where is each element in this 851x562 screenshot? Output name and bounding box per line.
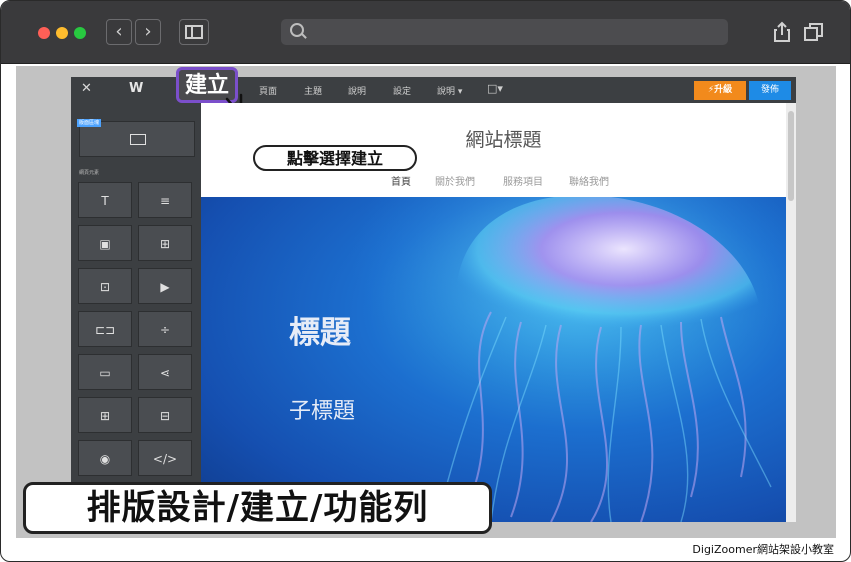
title-element-tile[interactable]: T — [78, 182, 132, 218]
preview-scrollbar[interactable] — [786, 103, 796, 522]
minimize-window-button[interactable] — [56, 27, 68, 39]
hero-subtitle[interactable]: 子標題 — [289, 393, 355, 425]
instruction-callout: 點擊選擇建立 — [253, 145, 417, 171]
section-caption: 排版設計/建立/功能列 — [23, 482, 492, 534]
gallery-element-tile[interactable]: ⊞ — [138, 225, 192, 261]
site-nav-about[interactable]: 關於我們 — [435, 173, 475, 188]
sidebar-toggle-button[interactable] — [179, 19, 209, 45]
menu-help-dropdown[interactable]: 說明 ▾ — [437, 84, 462, 97]
hero-title[interactable]: 標題 — [289, 307, 351, 352]
zoom-window-button[interactable] — [74, 27, 86, 39]
tabs-icon — [804, 23, 823, 41]
hero-banner[interactable]: 標題 子標題 — [201, 197, 786, 522]
video-element-tile[interactable]: ▶ — [138, 268, 192, 304]
jellyfish-image — [351, 197, 786, 522]
scrollbar-thumb[interactable] — [788, 111, 794, 201]
social-element-tile[interactable]: ⋖ — [138, 354, 192, 390]
weebly-logo: W — [129, 81, 143, 96]
menu-help-1[interactable]: 說明 — [348, 84, 366, 97]
tabs-overview-button[interactable] — [801, 19, 827, 45]
panel-tag: 版面區塊 — [77, 119, 102, 127]
image-element-tile[interactable]: ▣ — [78, 225, 132, 261]
button-element-tile[interactable]: ▭ — [78, 354, 132, 390]
embed-code-element-tile[interactable]: </> — [138, 440, 192, 476]
elements-panel: 版面區塊 網頁元素 T ≡ ▣ ⊞ ⊡ ▶ ⊏⊐ ÷ ▭ ⋖ ⊞ ⊟ ◉ </> — [71, 103, 201, 503]
address-bar[interactable] — [281, 19, 728, 45]
panel-section-label: 網頁元素 — [79, 170, 100, 176]
divider-element-tile[interactable]: ÷ — [138, 311, 192, 347]
columns-element-tile[interactable]: ⊞ — [78, 397, 132, 433]
text-element-tile[interactable]: ≡ — [138, 182, 192, 218]
search-icon — [290, 23, 304, 37]
share-button[interactable] — [769, 19, 795, 45]
device-preview-dropdown[interactable]: □▾ — [487, 82, 503, 95]
site-nav-contact[interactable]: 聯絡我們 — [569, 173, 609, 188]
rectangle-icon — [130, 134, 146, 145]
credit-text: DigiZoomer網站架設小教室 — [692, 543, 834, 556]
site-nav-home[interactable]: 首頁 — [391, 173, 411, 188]
menu-theme[interactable]: 主題 — [304, 84, 322, 97]
share-icon — [774, 21, 790, 42]
map-element-tile[interactable]: ◉ — [78, 440, 132, 476]
close-window-button[interactable] — [38, 27, 50, 39]
screenshot-frame: ‹ › ✕ W 頁面 主題 說明 設定 說明 ▾ □▾ ⚡升級 發佈 建立 版面… — [0, 0, 851, 562]
close-editor-icon[interactable]: ✕ — [81, 81, 92, 96]
menu-settings[interactable]: 設定 — [393, 84, 411, 97]
publish-button[interactable]: 發佈 — [749, 81, 791, 100]
spacer-element-tile[interactable]: ⊏⊐ — [78, 311, 132, 347]
upgrade-button[interactable]: ⚡升級 — [694, 81, 746, 100]
slideshow-element-tile[interactable]: ⊡ — [78, 268, 132, 304]
browser-toolbar: ‹ › — [1, 1, 850, 64]
sidebar-icon — [185, 25, 203, 39]
site-nav-services[interactable]: 服務項目 — [503, 173, 543, 188]
form-element-tile[interactable]: ⊟ — [138, 397, 192, 433]
forward-button[interactable]: › — [135, 19, 161, 45]
back-button[interactable]: ‹ — [106, 19, 132, 45]
